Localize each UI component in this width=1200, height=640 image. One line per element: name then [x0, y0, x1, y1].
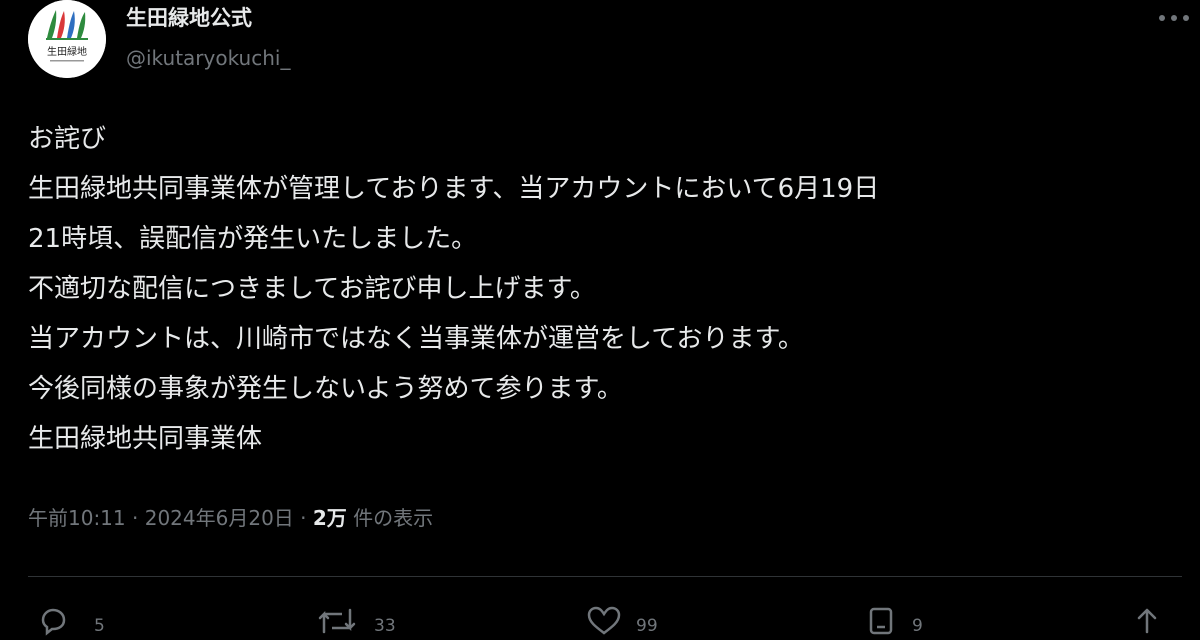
tweet-time[interactable]: 午前10:11: [28, 506, 126, 530]
heart-icon: [587, 606, 621, 635]
avatar[interactable]: 生田緑地: [28, 0, 106, 78]
retweet-count: 33: [374, 616, 396, 636]
bookmark-icon: [869, 607, 893, 635]
reply-icon: [41, 608, 66, 636]
reply-button[interactable]: 5: [38, 606, 128, 636]
avatar-logo-text: 生田緑地: [47, 45, 87, 58]
meta-separator: ·: [132, 506, 139, 530]
more-horizontal-icon: [1159, 15, 1189, 21]
views-count: 2万: [312, 506, 347, 530]
ikuta-ryokuchi-logo: 生田緑地: [28, 0, 106, 78]
tweet-line: お詫び: [28, 124, 107, 154]
retweet-icon: [318, 608, 356, 634]
meta-separator: ·: [300, 506, 307, 530]
tweet-line: 当アカウントは、川崎市ではなく当事業体が運営をしております。: [28, 324, 804, 354]
reply-count: 5: [94, 616, 105, 636]
tweet-line: 21時頃、誤配信が発生いたしました。: [28, 224, 478, 254]
display-name[interactable]: 生田緑地公式: [126, 2, 252, 32]
divider: [28, 576, 1182, 577]
bookmark-count: 9: [912, 616, 923, 636]
account-handle[interactable]: @ikutaryokuchi_: [126, 46, 290, 70]
tweet-text: お詫び 生田緑地共同事業体が管理しております、当アカウントにおいて6月19日 2…: [28, 114, 1178, 464]
tweet-date[interactable]: 2024年6月20日: [145, 506, 294, 530]
retweet-button[interactable]: 33: [318, 606, 428, 636]
views-label: 件の表示: [353, 506, 434, 530]
tweet-line: 生田緑地共同事業体が管理しております、当アカウントにおいて6月19日: [28, 174, 880, 204]
tweet-line: 生田緑地共同事業体: [28, 424, 263, 454]
tweet-meta: 午前10:11 · 2024年6月20日 · 2万 件の表示: [28, 502, 433, 534]
tweet-header: 生田緑地 生田緑地公式 @ikutaryokuchi_: [28, 0, 1200, 80]
share-icon: [1137, 608, 1157, 634]
like-button[interactable]: 99: [586, 606, 696, 636]
like-count: 99: [636, 616, 658, 636]
share-button[interactable]: [1132, 606, 1172, 636]
more-options-button[interactable]: [1154, 6, 1194, 30]
tweet-line: 不適切な配信につきましてお詫び申し上げます。: [28, 274, 596, 304]
bookmark-button[interactable]: 9: [866, 606, 956, 636]
action-bar: 5 33 99 9: [28, 600, 1182, 640]
tweet-line: 今後同様の事象が発生しないよう努めて参ります。: [28, 374, 623, 404]
